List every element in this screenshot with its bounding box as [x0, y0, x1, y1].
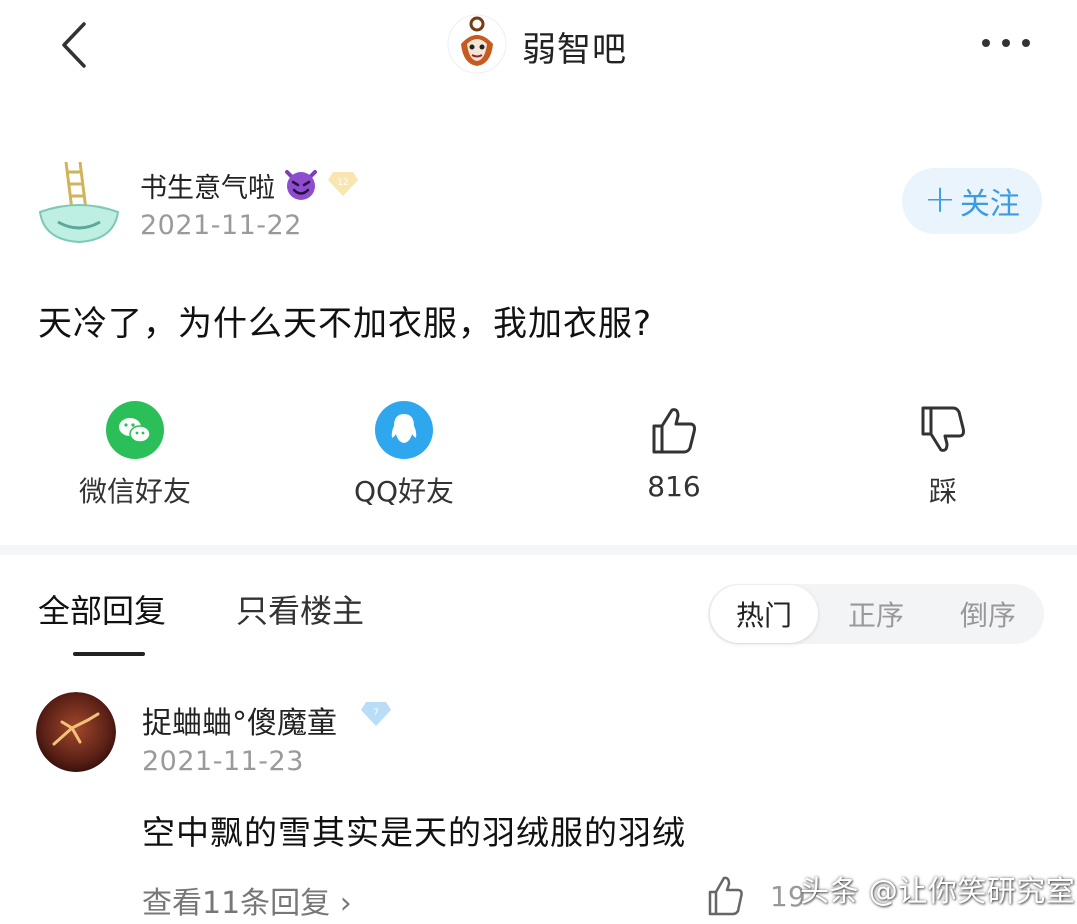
share-qq-label: QQ好友: [353, 475, 455, 508]
level-badge-number: 12: [337, 178, 348, 188]
tab-owner-only[interactable]: 只看楼主: [236, 586, 364, 632]
reply-author-name[interactable]: 捉蛐蛐°傻魔童: [142, 698, 337, 742]
reply-avatar[interactable]: [36, 692, 116, 772]
level-badge-icon: 12: [328, 172, 358, 196]
plus-icon: +: [924, 177, 956, 221]
active-tab-indicator: [73, 652, 145, 656]
post-date: 2021-11-22: [140, 210, 302, 241]
top-bar: 弱智吧: [0, 0, 1077, 90]
level-badge-icon: 7: [361, 702, 391, 726]
post-content: 天冷了，为什么天不加衣服，我加衣服?: [38, 304, 653, 344]
tab-all-replies[interactable]: 全部回复: [38, 586, 166, 632]
author-name[interactable]: 书生意气啦: [140, 166, 275, 205]
wechat-icon: [105, 400, 165, 460]
author-avatar[interactable]: [36, 160, 122, 246]
like-button[interactable]: 816: [584, 400, 764, 503]
thumbs-up-icon: [644, 400, 704, 460]
source-watermark: 头条 @让你笑研究室: [800, 874, 1076, 908]
chevron-left-icon[interactable]: [56, 20, 92, 70]
share-qq-button[interactable]: QQ好友: [314, 400, 494, 510]
dislike-label: 踩: [928, 475, 957, 508]
like-count: 816: [647, 470, 701, 503]
reply-date: 2021-11-23: [142, 746, 304, 777]
reply-badge-number: 7: [373, 708, 379, 718]
reply-content: 空中飘的雪其实是天的羽绒服的羽绒: [142, 813, 686, 852]
more-horizontal-icon[interactable]: [978, 32, 1034, 54]
share-wechat-label: 微信好友: [78, 475, 191, 508]
forum-name[interactable]: 弱智吧: [522, 22, 627, 71]
follow-button[interactable]: + 关注: [902, 168, 1042, 234]
dislike-button[interactable]: 踩: [853, 400, 1033, 510]
sort-toggle: 热门 正序 倒序: [708, 584, 1044, 644]
share-wechat-button[interactable]: 微信好友: [45, 400, 225, 510]
qq-icon: [374, 400, 434, 460]
thumbs-down-icon: [913, 400, 973, 460]
sort-desc-button[interactable]: 倒序: [934, 584, 1042, 644]
sort-asc-button[interactable]: 正序: [822, 584, 930, 644]
view-replies-link[interactable]: 查看11条回复 ›: [142, 878, 352, 922]
sort-hot-button[interactable]: 热门: [710, 585, 818, 643]
forum-logo[interactable]: [447, 14, 507, 74]
thumbs-up-icon[interactable]: [706, 874, 746, 918]
follow-label: 关注: [959, 187, 1020, 222]
smiling-devil-emoji-icon: [285, 170, 317, 200]
section-divider: [0, 545, 1077, 555]
